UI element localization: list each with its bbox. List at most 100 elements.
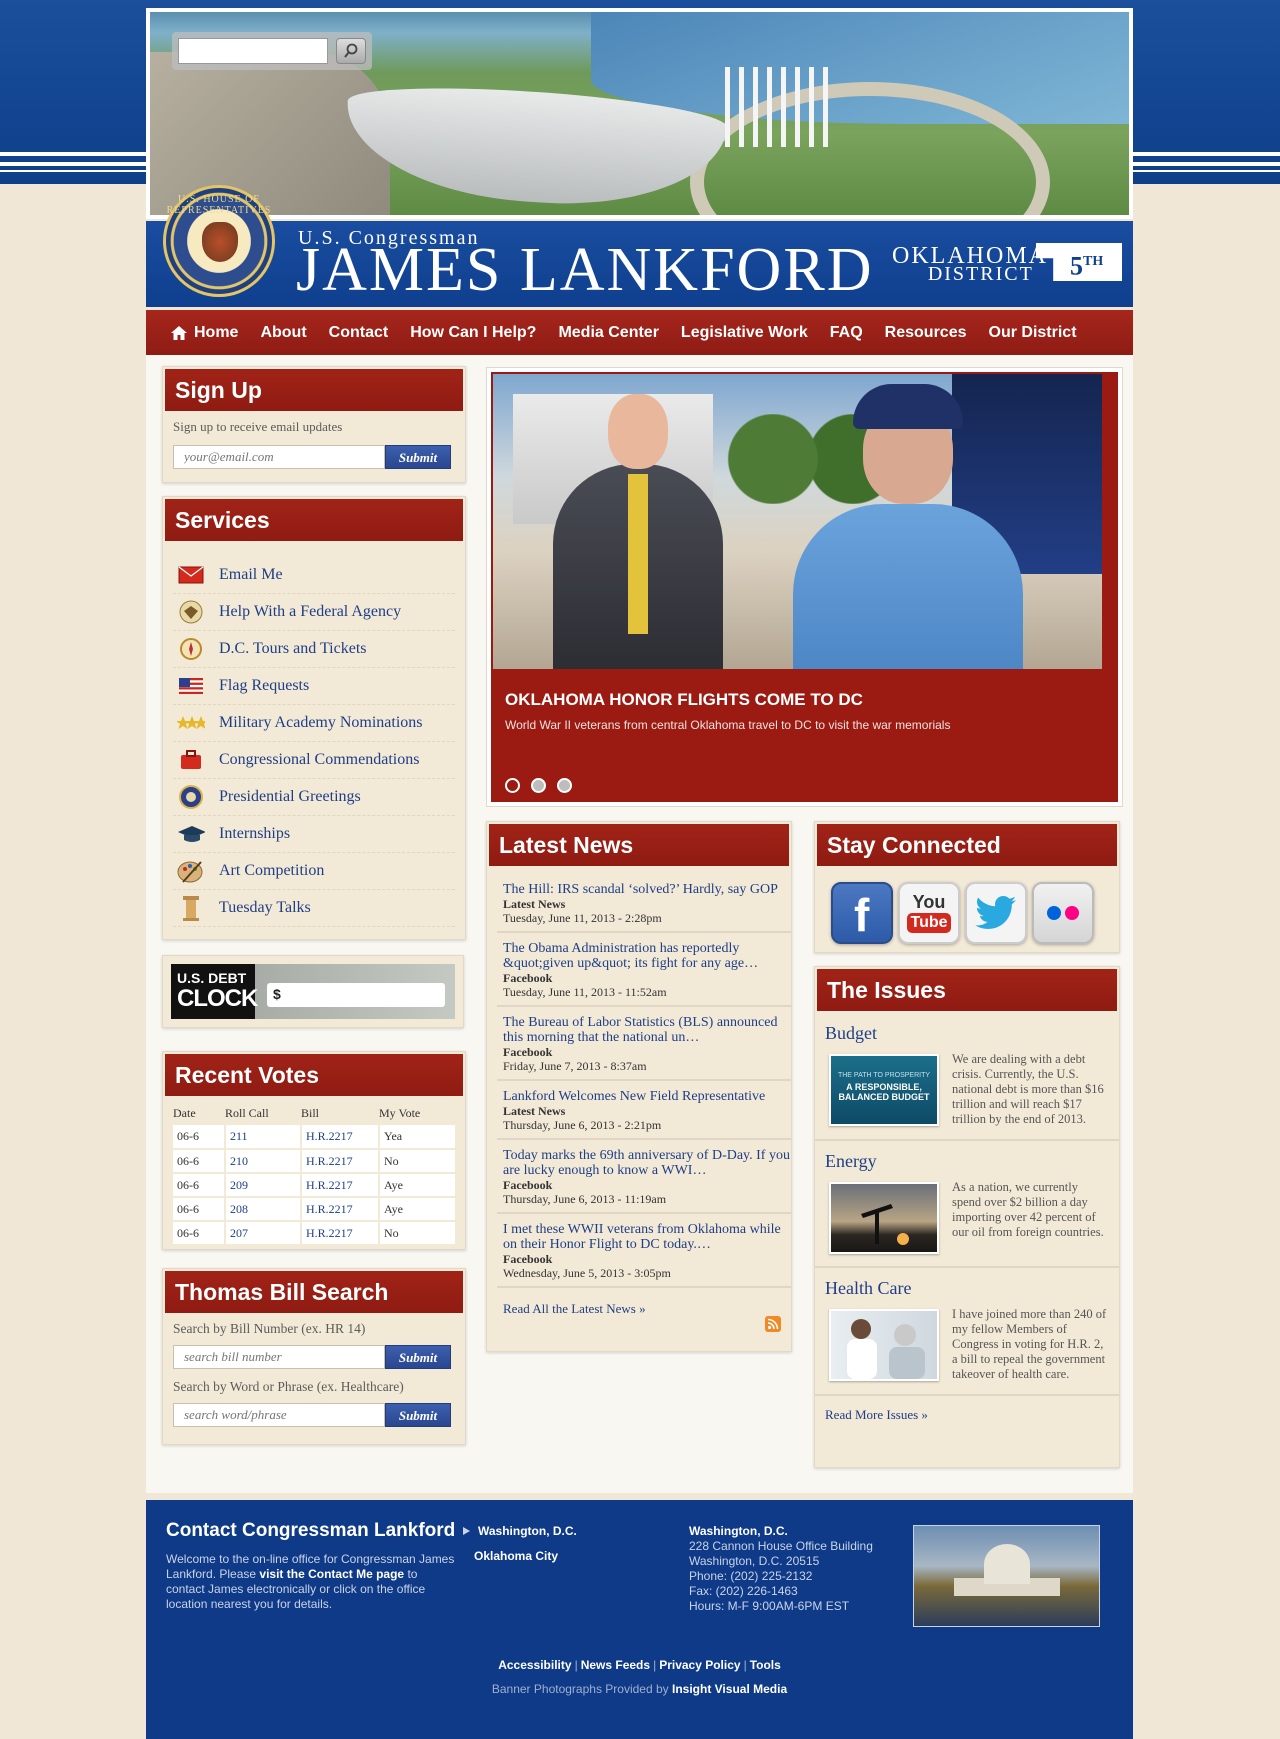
read-all-news-link[interactable]: Read All the Latest News » xyxy=(503,1301,646,1316)
news-title-link[interactable]: The Bureau of Labor Statistics (BLS) ann… xyxy=(503,1015,791,1045)
service-military-academy[interactable]: Military Academy Nominations xyxy=(173,705,455,742)
bill-phrase-input[interactable] xyxy=(173,1403,385,1427)
issue-title-link[interactable]: Budget xyxy=(825,1023,1109,1044)
congressman-name[interactable]: JAMES LANKFORD xyxy=(296,239,873,301)
slider-dot-2[interactable] xyxy=(531,778,546,793)
issue-title-link[interactable]: Energy xyxy=(825,1151,1109,1172)
tools-link[interactable]: Tools xyxy=(750,1658,781,1672)
news-item: Today marks the 69th anniversary of D-Da… xyxy=(497,1140,791,1214)
nav-legislative-work[interactable]: Legislative Work xyxy=(681,324,808,342)
bill-phrase-label: Search by Word or Phrase (ex. Healthcare… xyxy=(173,1379,404,1394)
issue-health-care: Health Care I have joined more than 240 … xyxy=(815,1268,1119,1396)
service-dc-tours[interactable]: D.C. Tours and Tickets xyxy=(173,631,455,668)
vote-roll-call-link[interactable]: 210 xyxy=(225,1149,302,1174)
stay-connected-panel: Stay Connected f You Tube xyxy=(814,821,1120,953)
site-search xyxy=(172,32,372,70)
news-title-link[interactable]: I met these WWII veterans from Oklahoma … xyxy=(503,1222,791,1252)
office-list: Washington, D.C. Oklahoma City xyxy=(463,1524,577,1574)
budget-image[interactable]: THE PATH TO PROSPERITY A RESPONSIBLE, BA… xyxy=(829,1054,939,1126)
privacy-policy-link[interactable]: Privacy Policy xyxy=(659,1658,740,1672)
facebook-icon[interactable]: f xyxy=(831,882,893,944)
nav-resources[interactable]: Resources xyxy=(885,324,967,342)
slide-photo[interactable] xyxy=(493,374,1102,669)
service-label: Internships xyxy=(219,825,291,842)
news-feeds-link[interactable]: News Feeds xyxy=(581,1658,650,1672)
vote-roll-call-link[interactable]: 208 xyxy=(225,1197,302,1222)
energy-image[interactable] xyxy=(829,1182,939,1254)
table-row: 06-6 207 H.R.2217 No xyxy=(173,1221,457,1246)
service-commendations[interactable]: Congressional Commendations xyxy=(173,742,455,779)
read-more-issues-link[interactable]: Read More Issues » xyxy=(825,1407,928,1422)
bill-number-input[interactable] xyxy=(173,1345,385,1369)
vote-bill-link[interactable]: H.R.2217 xyxy=(301,1149,380,1174)
service-internships[interactable]: Internships xyxy=(173,816,455,853)
service-federal-agency[interactable]: Help With a Federal Agency xyxy=(173,594,455,631)
home-icon xyxy=(171,325,187,340)
signup-submit-button[interactable]: Submit xyxy=(385,445,451,469)
issues-title: The Issues xyxy=(817,969,1117,1011)
office-washington[interactable]: Washington, D.C. xyxy=(463,1524,577,1538)
bill-number-label: Search by Bill Number (ex. HR 14) xyxy=(173,1321,366,1336)
slide-title[interactable]: OKLAHOMA HONOR FLIGHTS COME TO DC xyxy=(505,690,863,710)
contact-me-link[interactable]: visit the Contact Me page xyxy=(259,1567,404,1581)
twitter-icon[interactable] xyxy=(965,882,1027,944)
bill-phrase-submit-button[interactable]: Submit xyxy=(385,1403,451,1427)
footer-description: Welcome to the on-line office for Congre… xyxy=(166,1552,456,1612)
news-title-link[interactable]: Lankford Welcomes New Field Representati… xyxy=(503,1089,791,1104)
service-presidential-greetings[interactable]: Presidential Greetings xyxy=(173,779,455,816)
vote-bill-link[interactable]: H.R.2217 xyxy=(301,1125,380,1150)
issue-text: As a nation, we currently spend over $2 … xyxy=(952,1180,1104,1239)
nav-how-can-i-help[interactable]: How Can I Help? xyxy=(410,324,536,342)
flickr-icon[interactable] xyxy=(1032,882,1094,944)
federal-seal-icon xyxy=(177,598,205,626)
nav-home[interactable]: Home xyxy=(170,324,238,342)
signup-title: Sign Up xyxy=(165,369,463,411)
news-title-link[interactable]: Today marks the 69th anniversary of D-Da… xyxy=(503,1148,791,1178)
service-email-me[interactable]: Email Me xyxy=(173,557,455,594)
vote-roll-call-link[interactable]: 209 xyxy=(225,1173,302,1198)
recent-votes-title: Recent Votes xyxy=(165,1054,463,1096)
service-tuesday-talks[interactable]: Tuesday Talks xyxy=(173,890,455,927)
youtube-icon[interactable]: You Tube xyxy=(898,882,960,944)
issue-title-link[interactable]: Health Care xyxy=(825,1278,1109,1299)
vote-roll-call-link[interactable]: 207 xyxy=(225,1221,302,1246)
slider-dot-1[interactable] xyxy=(505,778,520,793)
office-label: Oklahoma City xyxy=(474,1549,559,1563)
house-seal-logo[interactable]: U.S. HOUSE OF REPRESENTATIVES xyxy=(163,185,275,297)
office-oklahoma-city[interactable]: Oklahoma City xyxy=(474,1549,577,1563)
news-title-link[interactable]: The Hill: IRS scandal ‘solved?’ Hardly, … xyxy=(503,882,791,897)
debt-clock-widget[interactable]: U.S. DEBT CLOCK $ xyxy=(162,955,464,1028)
search-input[interactable] xyxy=(178,38,328,64)
bill-number-submit-button[interactable]: Submit xyxy=(385,1345,451,1369)
office-address: Washington, D.C. 228 Cannon House Office… xyxy=(689,1524,873,1614)
news-source: Facebook xyxy=(503,1252,553,1266)
vote-roll-call-link[interactable]: 211 xyxy=(225,1125,302,1150)
nav-our-district[interactable]: Our District xyxy=(989,324,1077,342)
footer-links: Accessibility | News Feeds | Privacy Policy |… xyxy=(498,1658,781,1672)
news-title-link[interactable]: The Obama Administration has reportedly … xyxy=(503,941,791,971)
accessibility-link[interactable]: Accessibility xyxy=(498,1658,571,1672)
service-label: Tuesday Talks xyxy=(219,899,311,916)
vote-bill-link[interactable]: H.R.2217 xyxy=(301,1173,380,1198)
nav-contact[interactable]: Contact xyxy=(329,324,389,342)
briefcase-icon xyxy=(177,746,205,774)
health-care-image[interactable] xyxy=(829,1309,939,1381)
email-input[interactable] xyxy=(173,445,385,469)
nav-media-center[interactable]: Media Center xyxy=(558,324,658,342)
nav-faq[interactable]: FAQ xyxy=(830,324,863,342)
slider-dot-3[interactable] xyxy=(557,778,572,793)
search-button[interactable] xyxy=(336,38,366,64)
palette-icon xyxy=(177,857,205,885)
banner-photo xyxy=(150,12,1129,215)
vote-date: 06-6 xyxy=(173,1125,226,1150)
vote-bill-link[interactable]: H.R.2217 xyxy=(301,1221,380,1246)
footer-title: Contact Congressman Lankford xyxy=(166,1520,456,1541)
vote-bill-link[interactable]: H.R.2217 xyxy=(301,1197,380,1222)
nav-about[interactable]: About xyxy=(260,324,306,342)
search-icon xyxy=(344,43,358,58)
table-row: 06-6 211 H.R.2217 Yea xyxy=(173,1125,457,1150)
credit-link[interactable]: Insight Visual Media xyxy=(672,1682,787,1696)
service-art-competition[interactable]: Art Competition xyxy=(173,853,455,890)
rss-icon[interactable] xyxy=(765,1316,781,1337)
service-flag-requests[interactable]: Flag Requests xyxy=(173,668,455,705)
